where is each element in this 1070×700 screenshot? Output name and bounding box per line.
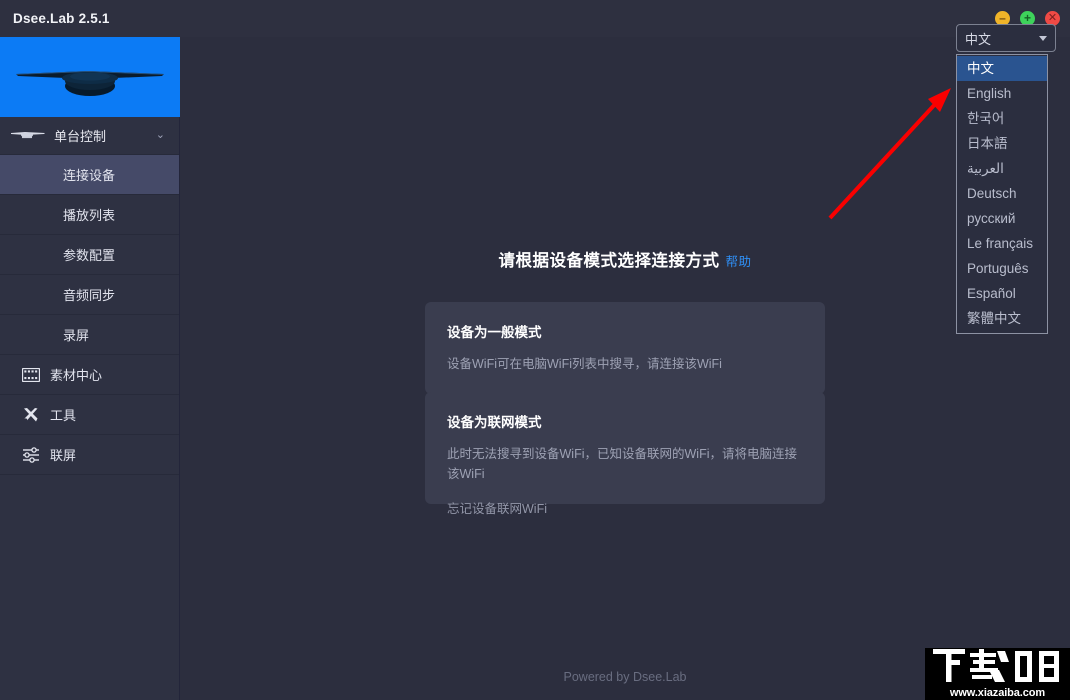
card-title: 设备为一般模式 [447,325,542,340]
language-select-button[interactable]: 中文 [956,24,1056,52]
sidebar-item-param-config[interactable]: 参数配置 [0,235,179,275]
app-window: Dsee.Lab 2.5.1 – + ✕ 单台控制 ⌄ 连接设备 播放列表 参数… [0,0,1070,700]
language-select: 中文 中文 English 한국어 日本語 العربية Deutsch ру… [956,24,1056,334]
watermark-url: www.xiazaiba.com [949,687,1046,699]
connection-card-normal-mode[interactable]: 设备为一般模式 设备WiFi可在电脑WiFi列表中搜寻，请连接该WiFi [425,302,825,394]
sliders-icon [22,446,40,464]
app-title: Dsee.Lab 2.5.1 [13,11,110,26]
language-option-zh-cn[interactable]: 中文 [957,56,1047,81]
sidebar-item-label: 参数配置 [63,248,116,263]
sidebar-item-multi-screen[interactable]: 联屏 [0,435,179,475]
chevron-down-icon[interactable]: ⌄ [156,130,165,141]
xiazaiba-logo-icon [933,649,1059,682]
title-bar: Dsee.Lab 2.5.1 – + ✕ [0,0,1070,37]
brand-banner [0,37,180,117]
sidebar-item-label: 工具 [50,408,77,423]
sidebar-item-material-center[interactable]: 素材中心 [0,355,179,395]
sidebar-item-tools[interactable]: 工具 [0,395,179,435]
forget-wifi-link[interactable]: 忘记设备联网WiFi [447,498,547,517]
card-title: 设备为联网模式 [447,415,542,430]
language-option-list: 中文 English 한국어 日本語 العربية Deutsch русск… [956,54,1048,334]
language-option-arabic[interactable]: العربية [957,156,1047,181]
page-title: 请根据设备模式选择连接方式 帮助 [180,247,1070,271]
language-option-spanish[interactable]: Español [957,281,1047,306]
language-option-japanese[interactable]: 日本語 [957,131,1047,156]
sidebar-item-label: 录屏 [63,328,90,343]
sidebar-item-label: 联屏 [50,448,77,463]
fan-device-icon [10,127,46,145]
language-option-korean[interactable]: 한국어 [957,106,1047,131]
language-option-english[interactable]: English [957,81,1047,106]
language-option-french[interactable]: Le français [957,231,1047,256]
holographic-fan-device-icon [16,71,164,96]
help-link[interactable]: 帮助 [725,255,751,269]
connection-card-network-mode[interactable]: 设备为联网模式 此时无法搜寻到设备WiFi，已知设备联网的WiFi，请将电脑连接… [425,392,825,504]
sidebar-item-playlist[interactable]: 播放列表 [0,195,179,235]
film-strip-icon [22,366,40,384]
card-description: 此时无法搜寻到设备WiFi，已知设备联网的WiFi，请将电脑连接该WiFi [447,447,797,481]
card-description: 设备WiFi可在电脑WiFi列表中搜寻，请连接该WiFi [447,357,722,371]
sidebar-item-label: 播放列表 [63,208,116,223]
sidebar-item-label: 素材中心 [50,368,103,383]
tools-icon [22,406,40,424]
language-option-german[interactable]: Deutsch [957,181,1047,206]
language-option-russian[interactable]: русский [957,206,1047,231]
main-content: 请根据设备模式选择连接方式 帮助 设备为一般模式 设备WiFi可在电脑WiFi列表… [180,37,1070,700]
page-title-text: 请根据设备模式选择连接方式 [498,252,720,270]
chevron-down-icon[interactable] [1039,35,1047,41]
sidebar-group-single-control[interactable]: 单台控制 ⌄ [0,117,179,155]
sidebar-item-label: 音频同步 [63,288,116,303]
watermark: www.xiazaiba.com [925,648,1070,700]
language-selected-value: 中文 [965,31,992,47]
sidebar-item-connect-device[interactable]: 连接设备 [0,155,179,195]
sidebar-item-screen-record[interactable]: 录屏 [0,315,179,355]
sidebar-item-audio-sync[interactable]: 音频同步 [0,275,179,315]
sidebar-group-label: 单台控制 [54,129,107,144]
sidebar-item-label: 连接设备 [63,168,116,183]
sidebar: 单台控制 ⌄ 连接设备 播放列表 参数配置 音频同步 录屏 素材中心 工具 联屏 [0,37,180,700]
language-option-portuguese[interactable]: Português [957,256,1047,281]
language-option-zh-tw[interactable]: 繁體中文 [957,306,1047,331]
